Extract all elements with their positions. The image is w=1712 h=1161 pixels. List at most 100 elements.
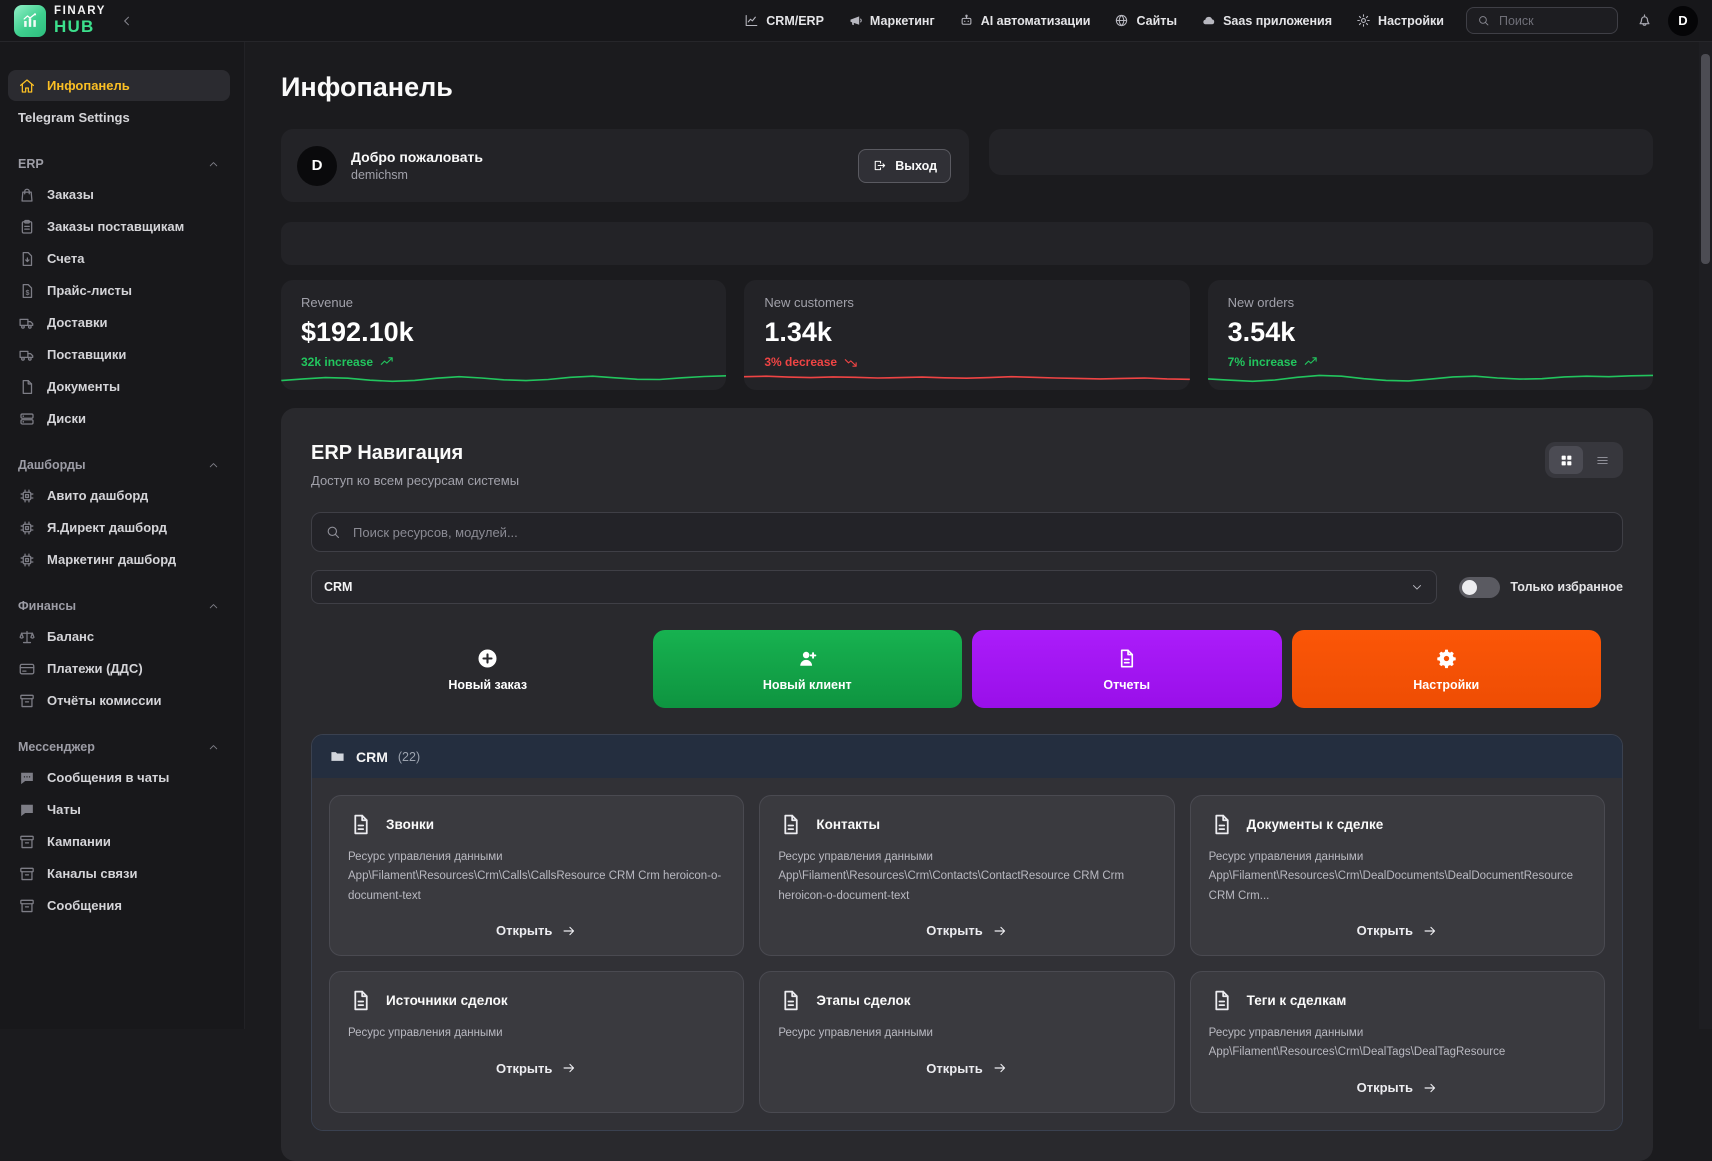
notifications-bell-icon[interactable] [1636, 12, 1653, 29]
category-select[interactable]: CRM [311, 570, 1437, 604]
action-reports[interactable]: Отчеты [972, 630, 1282, 708]
stat-card-new-customers: New customers1.34k3% decrease [744, 280, 1189, 390]
sidebar-item[interactable]: Авито дашборд [8, 480, 230, 511]
sidebar-group-header[interactable]: Финансы [18, 599, 220, 613]
sidebar-item[interactable]: Диски [8, 403, 230, 434]
truck-icon [18, 314, 36, 332]
sidebar-item[interactable]: Платежи (ДДС) [8, 653, 230, 684]
resource-open-link[interactable]: Открыть [778, 923, 1155, 939]
sidebar-item[interactable]: Отчёты комиссии [8, 685, 230, 716]
window-scrollbar[interactable] [1699, 42, 1712, 1029]
stat-value: $192.10k [301, 317, 706, 348]
user-avatar[interactable]: D [1668, 6, 1698, 36]
resource-description: Ресурс управления данными [348, 1024, 725, 1043]
sidebar-item[interactable]: Каналы связи [8, 858, 230, 889]
cpu-icon [18, 519, 36, 537]
sidebar-group-header[interactable]: ERP [18, 157, 220, 171]
stat-card-revenue: Revenue$192.10k32k increase [281, 280, 726, 390]
chevron-up-icon [207, 459, 220, 472]
top-widgets-row: D Добро пожаловать demichsm Выход [281, 129, 1653, 202]
archive-icon [18, 897, 36, 915]
resource-card[interactable]: Документы к сделкеРесурс управления данн… [1190, 795, 1605, 956]
favorites-toggle[interactable] [1459, 577, 1500, 598]
top-nav-item-crm-erp[interactable]: CRM/ERP [744, 13, 824, 28]
action-settings[interactable]: Настройки [1292, 630, 1602, 708]
scale-icon [18, 628, 36, 646]
resource-open-link[interactable]: Открыть [348, 1060, 725, 1076]
resource-open-link[interactable]: Открыть [1209, 1080, 1586, 1096]
grid-view-button[interactable] [1549, 446, 1583, 474]
sidebar-item[interactable]: Чаты [8, 794, 230, 825]
sidebar-item[interactable]: $Прайс-листы [8, 275, 230, 306]
gear-solid-icon [1435, 647, 1458, 670]
cpu-icon [18, 487, 36, 505]
sidebar-item[interactable]: Документы [8, 371, 230, 402]
resource-search[interactable] [311, 512, 1623, 552]
server-icon [18, 410, 36, 428]
brand-chart-icon [14, 5, 46, 37]
top-nav-item-ai-automation[interactable]: AI автоматизации [959, 13, 1091, 28]
top-nav-item-saas-apps[interactable]: Saas приложения [1201, 13, 1332, 28]
action-new-client[interactable]: Новый клиент [653, 630, 963, 708]
sidebar-item[interactable]: Поставщики [8, 339, 230, 370]
resource-card[interactable]: Этапы сделокРесурс управления даннымиОтк… [759, 971, 1174, 1113]
document-text-icon [778, 812, 803, 837]
resource-search-input[interactable] [351, 524, 1609, 541]
home-icon [18, 77, 36, 95]
action-new-order[interactable]: Новый заказ [333, 630, 643, 708]
sidebar-item[interactable]: Заказы поставщикам [8, 211, 230, 242]
sidebar-item[interactable]: Маркетинг дашборд [8, 544, 230, 575]
list-view-button[interactable] [1585, 446, 1619, 474]
top-nav-item-marketing[interactable]: Маркетинг [848, 13, 935, 28]
window-scrollbar-thumb[interactable] [1701, 54, 1710, 264]
sidebar-item[interactable]: Инфопанель [8, 70, 230, 101]
top-nav-item-sites[interactable]: Сайты [1114, 13, 1177, 28]
resource-card[interactable]: КонтактыРесурс управления данными App\Fi… [759, 795, 1174, 956]
sidebar-group-header[interactable]: Мессенджер [18, 740, 220, 754]
archive-icon [18, 865, 36, 883]
sidebar-item[interactable]: Кампании [8, 826, 230, 857]
document-text-icon [778, 988, 803, 1013]
arrow-right-icon [1422, 923, 1438, 939]
brand-name-top: FINARY [54, 6, 106, 18]
resource-card[interactable]: ЗвонкиРесурс управления данными App\Fila… [329, 795, 744, 956]
top-nav-item-settings[interactable]: Настройки [1356, 13, 1444, 28]
sidebar-item[interactable]: Сообщения в чаты [8, 762, 230, 793]
document-text-icon [1209, 988, 1234, 1013]
logout-button[interactable]: Выход [858, 149, 951, 183]
resource-group-header[interactable]: CRM (22) [312, 735, 1622, 778]
resource-open-link[interactable]: Открыть [348, 923, 725, 939]
resource-title: Контакты [816, 817, 880, 832]
sidebar-item[interactable]: Доставки [8, 307, 230, 338]
sparkline-chart [744, 364, 1189, 390]
logout-icon [872, 158, 887, 173]
topbar-search-input[interactable] [1497, 13, 1607, 29]
sidebar-item[interactable]: Я.Директ дашборд [8, 512, 230, 543]
sidebar-group-header[interactable]: Дашборды [18, 458, 220, 472]
megaphone-icon [848, 13, 863, 28]
search-icon [1477, 14, 1490, 27]
sidebar-collapse-button[interactable] [120, 14, 134, 28]
stat-card-new-orders: New orders3.54k7% increase [1208, 280, 1653, 390]
sidebar-item[interactable]: Telegram Settings [8, 102, 230, 133]
resource-card[interactable]: Теги к сделкамРесурс управления данными … [1190, 971, 1605, 1113]
resource-card[interactable]: Источники сделокРесурс управления данным… [329, 971, 744, 1113]
gear-icon [1356, 13, 1371, 28]
doc-text-icon [1115, 647, 1138, 670]
cpu-icon [18, 551, 36, 569]
arrow-right-icon [992, 1060, 1008, 1076]
topbar-search[interactable] [1466, 7, 1618, 34]
sidebar-item[interactable]: Сообщения [8, 890, 230, 921]
stat-value: 3.54k [1228, 317, 1633, 348]
document-text-icon [348, 988, 373, 1013]
sidebar-item[interactable]: Счета [8, 243, 230, 274]
resource-open-link[interactable]: Открыть [1209, 923, 1586, 939]
brand-logo[interactable]: FINARY HUB [14, 5, 106, 37]
chevron-up-icon [207, 158, 220, 171]
sidebar-item[interactable]: Заказы [8, 179, 230, 210]
doc-down-icon [18, 250, 36, 268]
resource-open-link[interactable]: Открыть [778, 1060, 1155, 1076]
sidebar-item[interactable]: Баланс [8, 621, 230, 652]
arrow-right-icon [561, 923, 577, 939]
resource-group-count: (22) [398, 750, 420, 764]
